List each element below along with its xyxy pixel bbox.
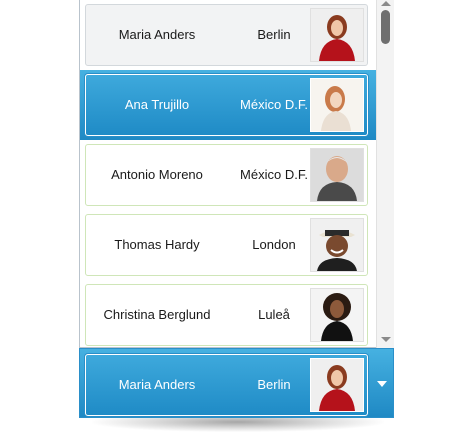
scroll-down-icon[interactable] [381,337,391,342]
person-photo-icon [310,8,364,62]
person-photo-icon [310,78,364,132]
list-item-name: Thomas Hardy [114,237,200,252]
list-item-city: London [252,237,296,252]
list-item-city: México D.F. [240,167,308,182]
combo-selected-item[interactable]: Maria Anders Berlin [85,354,368,416]
list-item-name: Maria Anders [118,27,196,42]
list-item-name: Christina Berglund [103,307,211,322]
list-item[interactable]: Thomas Hardy London [85,214,368,276]
person-photo-icon [310,288,364,342]
list-item-city: Luleå [258,307,290,322]
list-item[interactable]: Christina Berglund Luleå [85,284,368,346]
dropdown-list-popup: Maria Anders Berlin Ana Trujillo México … [79,0,394,348]
combo-box[interactable]: Maria Anders Berlin [79,348,394,418]
dropdown-list: Maria Anders Berlin Ana Trujillo México … [80,0,376,348]
person-photo-icon [310,148,364,202]
person-photo-icon [310,218,364,272]
vertical-scrollbar[interactable] [376,0,394,348]
list-item-city: Berlin [257,27,291,42]
list-item-name: Ana Trujillo [124,97,190,112]
list-item-city: México D.F. [240,97,308,112]
list-item-selected[interactable]: Ana Trujillo México D.F. [85,74,368,136]
scroll-up-icon[interactable] [381,1,391,6]
person-photo-icon [310,358,364,412]
chevron-down-icon[interactable] [377,381,387,387]
list-item[interactable]: Maria Anders Berlin [85,4,368,66]
combo-selected-name: Maria Anders [118,377,196,392]
list-item[interactable]: Antonio Moreno México D.F. [85,144,368,206]
scrollbar-thumb[interactable] [381,10,390,44]
list-item-name: Antonio Moreno [111,167,203,182]
combo-selected-city: Berlin [257,377,291,392]
